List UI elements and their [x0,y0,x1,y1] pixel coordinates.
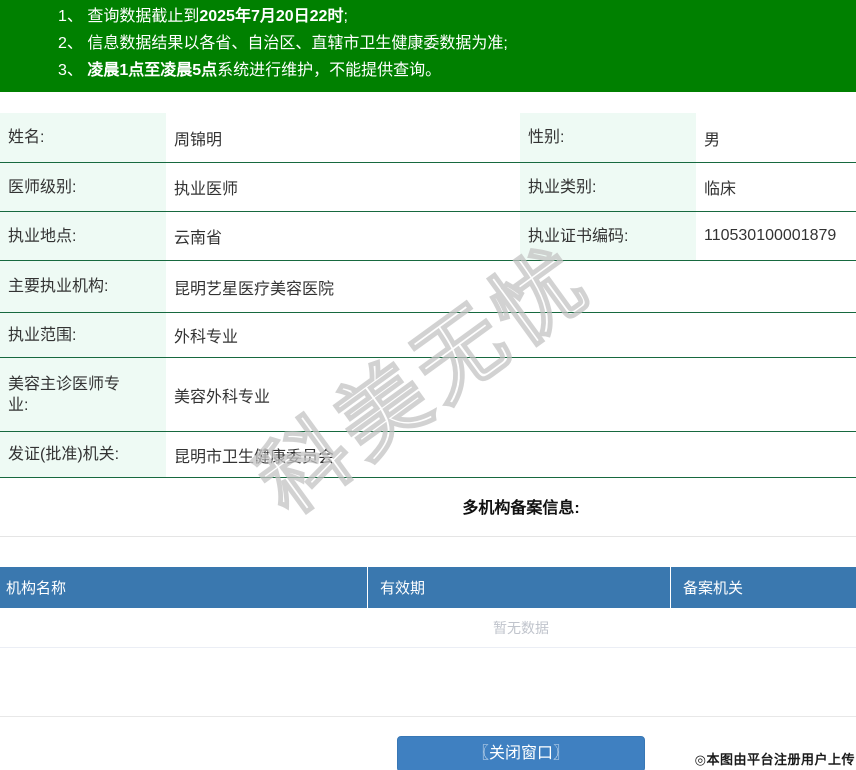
table-row: 执业范围: 外科专业 [0,313,856,358]
column-header-filing-authority: 备案机关 [683,580,744,597]
field-value-name: 周锦明 [174,131,223,149]
notice-text: 1、 查询数据截止到 [58,8,200,25]
field-value-cosmetic-specialty: 美容外科专业 [174,388,271,406]
table-row: 美容主诊医师专业: 美容外科专业 [0,358,856,432]
label-text: 执业范围: [8,326,77,344]
label-text: 美容主诊医师专业: [8,375,121,414]
license-query-result-page: 1、 查询数据截止到2025年7月20日22时; 2、 信息数据结果以各省、自治… [0,0,856,770]
field-label-practice-location: 执业地点: [0,212,166,260]
label-text: 医师级别: [8,178,77,196]
field-value-practice-location: 云南省 [174,230,223,247]
notice-text: ; [343,8,348,25]
field-value-practice-scope: 外科专业 [174,329,239,346]
practitioner-info-table: 姓名: 周锦明 性别: 男 医师级别: 执业医师 执业类别: 临床 执业地点: … [0,113,856,478]
field-label-name: 姓名: [0,113,166,162]
table-row: 姓名: 周锦明 性别: 男 [0,113,856,163]
notice-line-2: 2、 信息数据结果以各省、自治区、直辖市卫生健康委数据为准; [58,30,856,57]
upload-credit-watermark: ◎本图由平台注册用户上传 [694,752,855,767]
notice-line-3: 3、 凌晨1点至凌晨5点系统进行维护，不能提供查询。 [58,57,856,84]
label-text: 发证(批准)机关: [8,446,120,463]
notice-bold-text: 2025年7月20日22时 [199,8,344,25]
field-value-doctor-level: 执业医师 [174,181,239,198]
field-value-issuing-authority: 昆明市卫生健康委员会 [174,448,335,466]
label-text: 主要执业机构: [8,278,109,295]
filing-section-title: 多机构备案信息: [0,478,856,537]
field-value-gender: 男 [704,131,721,149]
column-header-validity-period: 有效期 [368,567,671,608]
field-label-cosmetic-specialty: 美容主诊医师专业: [0,358,166,431]
field-label-practice-scope: 执业范围: [0,313,166,357]
field-label-issuing-authority: 发证(批准)机关: [0,432,166,477]
label-text: 性别: [528,129,565,146]
empty-data-placeholder: 暂无数据 [0,608,856,648]
notice-text: 系统进行维护，不能提供查询。 [217,62,442,79]
table-row: 医师级别: 执业医师 执业类别: 临床 [0,163,856,212]
notice-text: 2、 信息数据结果以各省、自治区、直辖市卫生健康委数据为准; [58,35,508,52]
filing-section: 多机构备案信息: 机构名称 有效期 备案机关 暂无数据 〖关闭窗口〗 [0,478,856,770]
notice-text: 3、 [58,62,88,79]
table-row: 发证(批准)机关: 昆明市卫生健康委员会 [0,432,856,478]
filing-table-header: 机构名称 有效期 备案机关 [0,567,856,608]
field-value-certificate-number: 110530100001879 [704,227,837,244]
notice-line-1: 1、 查询数据截止到2025年7月20日22时; [58,3,856,30]
label-text: 执业地点: [8,227,77,245]
field-value-practice-category: 临床 [704,181,737,198]
label-text: 姓名: [8,129,45,146]
notice-bold-text: 凌晨1点至凌晨5点 [87,62,218,79]
column-header-institution-name: 机构名称 [0,567,368,608]
field-label-doctor-level: 医师级别: [0,163,166,211]
field-label-practice-category: 执业类别: [520,163,696,211]
table-row: 执业地点: 云南省 执业证书编码: 110530100001879 [0,212,856,261]
field-value-main-institution: 昆明艺星医疗美容医院 [174,280,335,298]
label-text: 执业证书编码: [528,227,629,245]
field-label-gender: 性别: [520,113,696,162]
table-row: 主要执业机构: 昆明艺星医疗美容医院 [0,261,856,313]
close-window-button[interactable]: 〖关闭窗口〗 [397,736,645,770]
notice-banner: 1、 查询数据截止到2025年7月20日22时; 2、 信息数据结果以各省、自治… [0,0,856,92]
field-label-main-institution: 主要执业机构: [0,261,166,312]
label-text: 执业类别: [528,178,597,196]
field-label-certificate-number: 执业证书编码: [520,212,696,260]
section-divider [0,648,856,717]
